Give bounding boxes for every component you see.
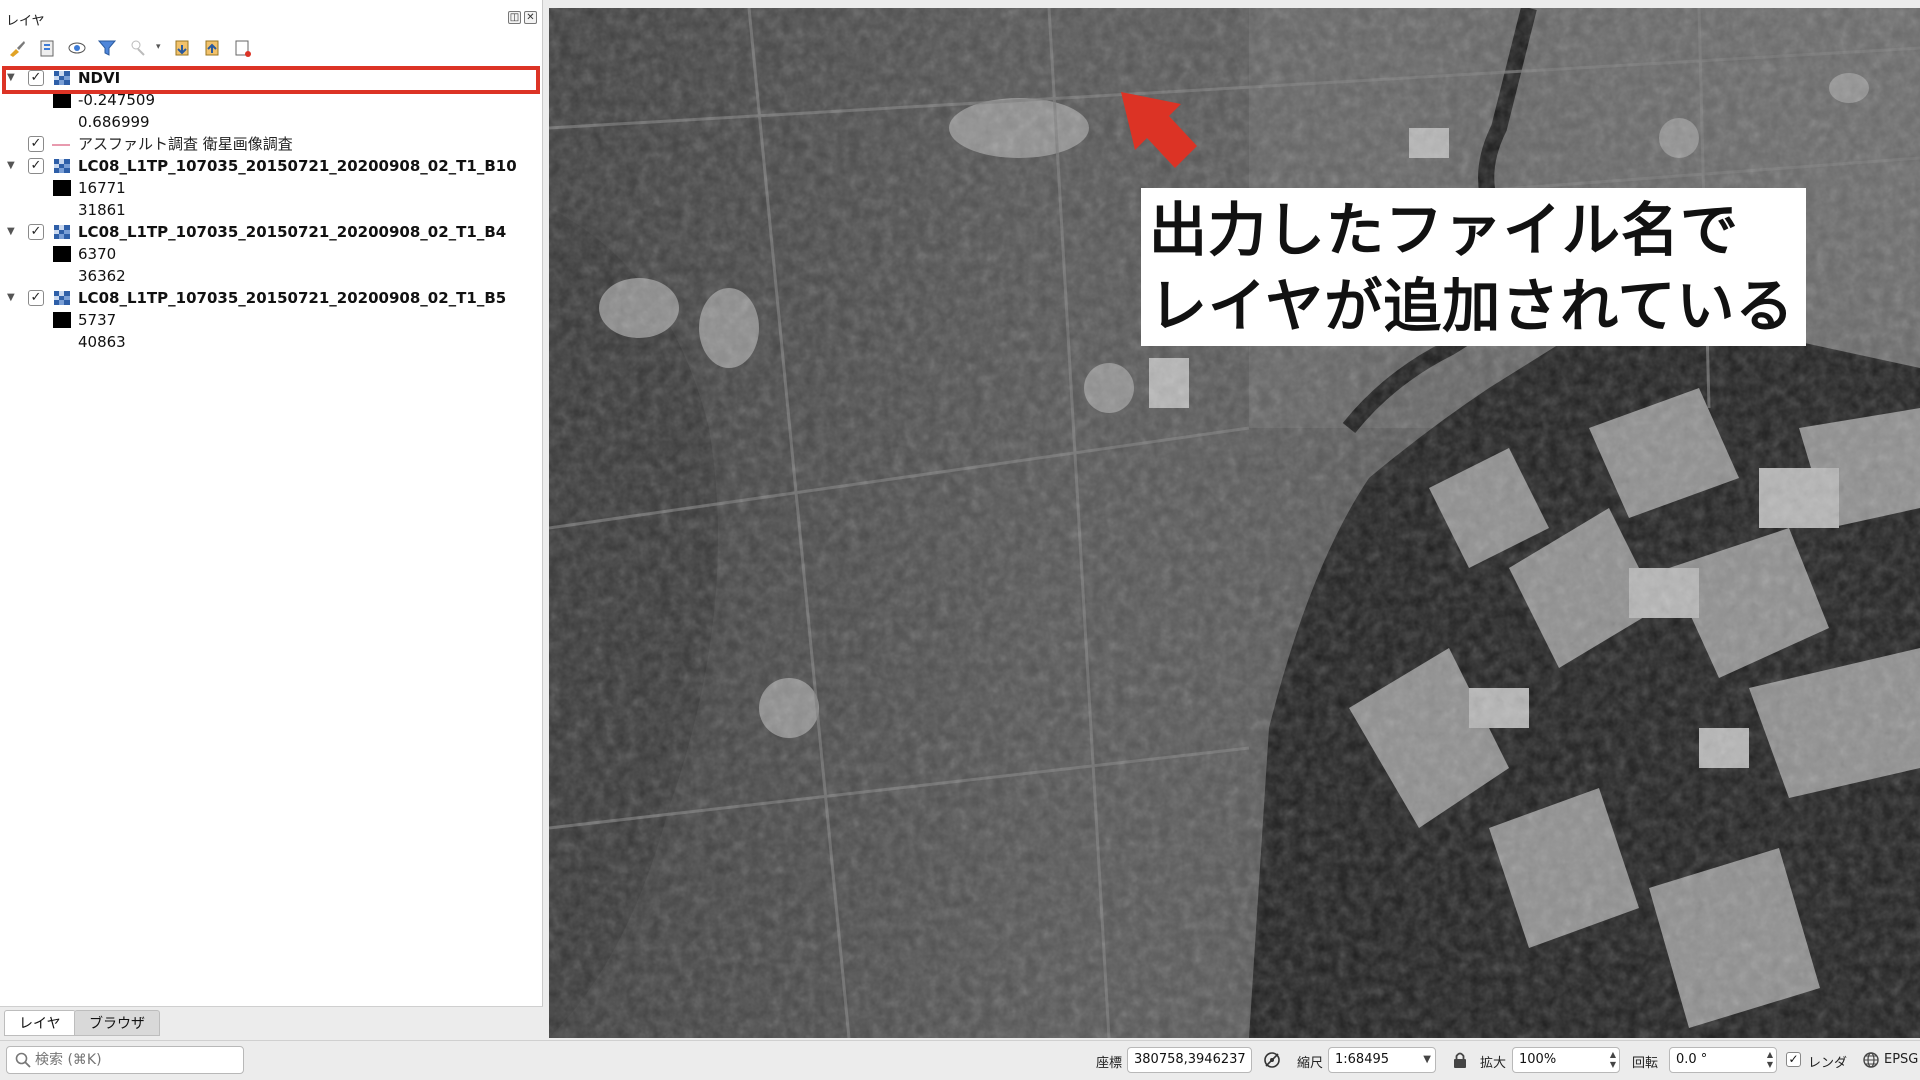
rotation-label: 回転 — [1632, 1056, 1659, 1071]
layers-panel: レイヤ ◫ ✕ ▾ ▼ ✓ NDVI -0.247509 0.686999 ✓ … — [0, 0, 543, 1010]
chevron-down-icon[interactable]: ▼ — [1423, 1048, 1431, 1072]
coordinate-field[interactable]: 380758,3946237 — [1127, 1047, 1252, 1073]
scale-label: 縮尺 — [1297, 1056, 1324, 1071]
annotation-arrow-icon — [1121, 92, 1197, 168]
rotation-value: 0.0 ° — [1676, 1052, 1708, 1067]
filter-legend-icon[interactable] — [128, 37, 150, 59]
layer-visibility-checkbox[interactable]: ✓ — [28, 290, 44, 306]
panel-title: レイヤ — [6, 14, 45, 29]
float-panel-button[interactable]: ◫ — [508, 11, 521, 24]
layers-toolbar: ▾ — [0, 34, 543, 62]
layer-name: LC08_L1TP_107035_20150721_20200908_02_T1… — [78, 223, 507, 241]
layer-item-b10[interactable]: ▼ ✓ LC08_L1TP_107035_20150721_20200908_0… — [0, 155, 543, 177]
search-box[interactable] — [6, 1046, 244, 1074]
style-brush-icon[interactable] — [6, 37, 28, 59]
layer-name: LC08_L1TP_107035_20150721_20200908_02_T1… — [78, 289, 507, 307]
spinner-icon[interactable]: ▲ ▼ — [1610, 1050, 1616, 1070]
legend-item: 36362 — [0, 265, 543, 287]
layer-visibility-checkbox[interactable]: ✓ — [28, 158, 44, 174]
magnifier-value: 100% — [1519, 1052, 1557, 1067]
collapse-arrow-icon[interactable]: ▼ — [7, 287, 15, 309]
legend-swatch — [53, 92, 71, 108]
scale-value: 1:68495 — [1335, 1052, 1390, 1067]
close-panel-button[interactable]: ✕ — [524, 11, 537, 24]
raster-layer-icon — [54, 291, 70, 305]
crs-label[interactable]: EPSG — [1884, 1052, 1918, 1067]
magnifier-label: 拡大 — [1480, 1056, 1507, 1071]
visibility-eye-icon[interactable] — [66, 37, 88, 59]
layer-item-b4[interactable]: ▼ ✓ LC08_L1TP_107035_20150721_20200908_0… — [0, 221, 543, 243]
layer-name: アスファルト調査 衛星画像調査 — [78, 135, 293, 153]
legend-item: 6370 — [0, 243, 543, 265]
panel-tabbar: レイヤ ブラウザ — [0, 1006, 543, 1038]
rotation-field[interactable]: 0.0 ° ▲ ▼ — [1669, 1047, 1777, 1073]
legend-item: 16771 — [0, 177, 543, 199]
legend-min: 16771 — [78, 179, 126, 197]
annotation-callout: 出力したファイル名で レイヤが追加されている — [1141, 188, 1806, 346]
map-canvas[interactable]: 出力したファイル名で レイヤが追加されている — [549, 8, 1920, 1038]
legend-item: 5737 — [0, 309, 543, 331]
tab-browser[interactable]: ブラウザ — [74, 1010, 160, 1036]
layer-visibility-checkbox[interactable]: ✓ — [28, 224, 44, 240]
collapse-all-icon[interactable] — [202, 37, 224, 59]
annotation-line: 出力したファイル名で — [1149, 196, 1740, 264]
raster-layer-icon — [54, 159, 70, 173]
satellite-image — [549, 8, 1920, 1038]
tab-layers[interactable]: レイヤ — [4, 1010, 76, 1036]
panel-titlebar: レイヤ ◫ ✕ — [0, 8, 543, 30]
legend-swatch — [53, 312, 71, 328]
coordinate-label: 座標 — [1096, 1056, 1123, 1071]
highlight-box — [2, 66, 540, 94]
legend-min: 6370 — [78, 245, 117, 263]
legend-item: 0.686999 — [0, 111, 543, 133]
legend-max: 40863 — [78, 333, 126, 351]
legend-swatch — [53, 246, 71, 262]
render-checkbox[interactable]: ✓ — [1786, 1052, 1801, 1067]
search-icon — [15, 1052, 31, 1068]
filter-icon[interactable] — [96, 37, 118, 59]
spinner-icon[interactable]: ▲ ▼ — [1767, 1050, 1773, 1070]
remove-layer-icon[interactable] — [232, 37, 254, 59]
search-input[interactable] — [35, 1050, 235, 1070]
legend-max: 31861 — [78, 201, 126, 219]
layer-item-b5[interactable]: ▼ ✓ LC08_L1TP_107035_20150721_20200908_0… — [0, 287, 543, 309]
line-symbol-icon — [52, 144, 70, 146]
render-label: レンダ — [1808, 1056, 1848, 1071]
magnifier-field[interactable]: 100% ▲ ▼ — [1512, 1047, 1620, 1073]
layer-visibility-checkbox[interactable]: ✓ — [28, 136, 44, 152]
collapse-arrow-icon[interactable]: ▼ — [7, 155, 15, 177]
filter-dropdown-icon[interactable]: ▾ — [156, 42, 161, 52]
legend-item: 31861 — [0, 199, 543, 221]
layer-name: LC08_L1TP_107035_20150721_20200908_02_T1… — [78, 157, 517, 175]
lock-icon[interactable] — [1452, 1051, 1468, 1069]
legend-item: 40863 — [0, 331, 543, 353]
globe-icon[interactable] — [1862, 1051, 1880, 1069]
legend-min: 5737 — [78, 311, 117, 329]
coordinate-toggle-icon[interactable] — [1262, 1050, 1282, 1070]
raster-layer-icon — [54, 225, 70, 239]
legend-swatch — [53, 180, 71, 196]
legend-max: 36362 — [78, 267, 126, 285]
layer-item-asphalt[interactable]: ✓ アスファルト調査 衛星画像調査 — [0, 133, 543, 155]
add-group-icon[interactable] — [36, 37, 58, 59]
expand-all-icon[interactable] — [172, 37, 194, 59]
legend-max: 0.686999 — [78, 113, 150, 131]
scale-field[interactable]: 1:68495 ▼ — [1328, 1047, 1436, 1073]
status-bar: 座標 380758,3946237 縮尺 1:68495 ▼ 拡大 100% ▲… — [0, 1040, 1920, 1080]
collapse-arrow-icon[interactable]: ▼ — [7, 221, 15, 243]
annotation-line: レイヤが追加されている — [1149, 272, 1795, 340]
